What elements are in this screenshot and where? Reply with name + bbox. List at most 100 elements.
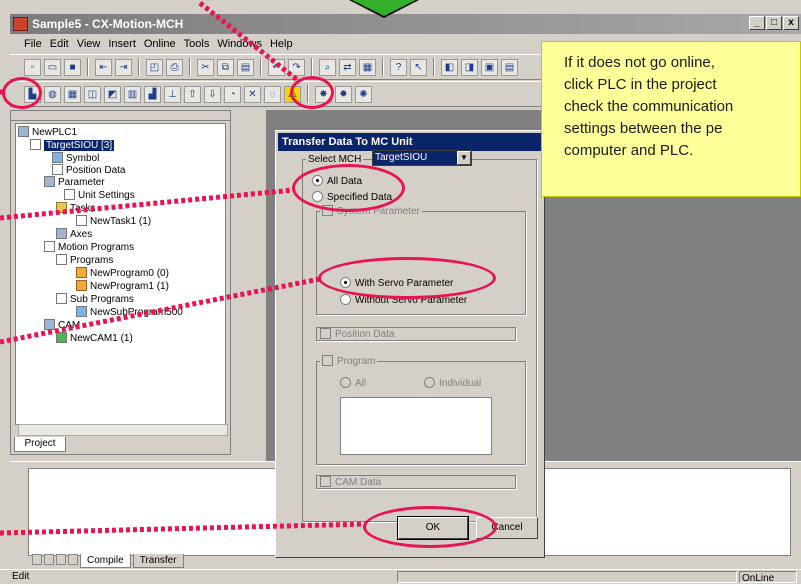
tree-node-unit[interactable]: TargetSIOU [3] (30, 139, 115, 151)
tree-node-cam[interactable]: CAM (44, 319, 80, 331)
compare-icon[interactable]: ◔ (224, 85, 241, 103)
project-panel-header[interactable] (11, 111, 230, 121)
replace-icon[interactable]: ⇄ (339, 58, 356, 76)
trace-icon[interactable]: ⊥ (164, 85, 181, 103)
print-preview-icon[interactable]: ◰ (146, 58, 163, 76)
help-icon[interactable]: ? (390, 58, 407, 76)
select-mch-value: TargetSIOU (375, 152, 428, 163)
status-cell (397, 571, 737, 583)
data-icon[interactable]: ▥ (124, 85, 141, 103)
transfer-to-unit-icon[interactable]: ⇧ (184, 85, 201, 103)
menu-windows[interactable]: Windows (217, 35, 262, 53)
chart-icon[interactable]: ▟ (144, 85, 161, 103)
tree-node-tasks[interactable]: Tasks (56, 202, 96, 214)
menu-view[interactable]: View (77, 35, 101, 53)
open-icon[interactable]: ▭ (44, 58, 61, 76)
menu-edit[interactable]: Edit (50, 35, 69, 53)
project-tree-scrollbar[interactable] (18, 424, 228, 436)
new-icon[interactable]: ▫ (24, 58, 41, 76)
tab-project[interactable]: Project (14, 437, 66, 452)
window-cascade-icon[interactable]: ▣ (481, 58, 498, 76)
save-icon[interactable]: ■ (64, 58, 81, 76)
window-controls: _ □ x (749, 16, 799, 30)
chevron-down-icon[interactable]: ▼ (457, 151, 471, 165)
print-icon[interactable]: ⎙ (166, 58, 183, 76)
tree-node-sub-programs[interactable]: Sub Programs (56, 293, 134, 305)
position-data-checkbox[interactable]: Position Data (320, 328, 394, 340)
down-arrow-icon (352, 0, 416, 16)
tree-node-unit-settings[interactable]: Unit Settings (64, 189, 135, 201)
tree-node-task1[interactable]: NewTask1 (1) (76, 215, 151, 227)
redo-icon[interactable]: ↷ (288, 58, 305, 76)
program-individual-radio[interactable]: Individual (424, 377, 481, 389)
tree-node-program1[interactable]: NewProgram1 (1) (76, 280, 169, 292)
menu-online[interactable]: Online (144, 35, 176, 53)
highlight-ring-transfer (290, 76, 334, 109)
project-tree: NewPLC1 TargetSIOU [3] Symbol Position D… (15, 123, 226, 425)
menu-file[interactable]: File (24, 35, 42, 53)
first-tab-arrow-icon[interactable] (32, 554, 42, 565)
table-icon (52, 164, 63, 175)
menu-help[interactable]: Help (270, 35, 293, 53)
window-title: Sample5 - CX-Motion-MCH (32, 17, 184, 31)
next-tab-arrow-icon[interactable] (56, 554, 66, 565)
toolbar-divider (260, 58, 262, 76)
properties-icon[interactable]: ▦ (359, 58, 376, 76)
menu-tools[interactable]: Tools (184, 35, 210, 53)
select-mch-dropdown[interactable]: TargetSIOU ▼ (372, 150, 472, 166)
axis-icon[interactable]: ◩ (104, 85, 121, 103)
motion-programs-icon (44, 241, 55, 252)
tree-node-programs[interactable]: Programs (56, 254, 113, 266)
program-list[interactable] (340, 397, 492, 455)
window-list-icon[interactable]: ▤ (501, 58, 518, 76)
callout-line: settings between the pe (564, 120, 723, 137)
connect-icon[interactable]: ◍ (44, 85, 61, 103)
tree-node-parameter[interactable]: Parameter (44, 176, 105, 188)
tree-node-symbol[interactable]: Symbol (52, 152, 99, 164)
forward-icon[interactable]: ⇥ (115, 58, 132, 76)
tree-node-axes[interactable]: Axes (56, 228, 92, 240)
radio-icon (340, 294, 351, 305)
tree-node-plc[interactable]: NewPLC1 (18, 126, 77, 138)
cam-data-checkbox[interactable]: CAM Data (320, 476, 381, 488)
back-icon[interactable]: ⇤ (95, 58, 112, 76)
minimize-button[interactable]: _ (749, 16, 765, 30)
dialog-title: Transfer Data To MC Unit (278, 133, 542, 151)
undo-icon[interactable]: ↶ (268, 58, 285, 76)
monitor-icon[interactable]: ◫ (84, 85, 101, 103)
prev-tab-arrow-icon[interactable] (44, 554, 54, 565)
last-tab-arrow-icon[interactable] (68, 554, 78, 565)
window-layout-icon[interactable]: ◧ (441, 58, 458, 76)
copy-icon[interactable]: ⧉ (217, 58, 234, 76)
context-help-icon[interactable]: ↖ (410, 58, 427, 76)
window-tile-icon[interactable]: ◨ (461, 58, 478, 76)
delete-icon[interactable]: ✕ (244, 85, 261, 103)
table-icon[interactable]: ▦ (64, 85, 81, 103)
callout-line: computer and PLC. (564, 142, 694, 159)
paste-icon[interactable]: ▤ (237, 58, 254, 76)
reset-icon[interactable]: ✺ (355, 85, 372, 103)
tree-node-position-data[interactable]: Position Data (52, 164, 125, 176)
program-checkbox[interactable]: Program (320, 355, 378, 367)
cut-icon[interactable]: ✂ (197, 58, 214, 76)
program-all-radio[interactable]: All (340, 377, 366, 389)
cam-file-icon (56, 332, 67, 343)
tree-node-program0[interactable]: NewProgram0 (0) (76, 267, 169, 279)
toolbar-divider (87, 58, 89, 76)
checkbox-icon (322, 355, 333, 366)
stop-icon[interactable]: ✹ (335, 85, 352, 103)
parameter-icon (44, 176, 55, 187)
tree-node-cam1[interactable]: NewCAM1 (1) (56, 332, 133, 344)
maximize-button[interactable]: □ (766, 16, 782, 30)
tree-node-sub-program[interactable]: NewSubProgram500 (76, 306, 183, 318)
highlight-ring-work-online (2, 77, 42, 109)
find-icon[interactable]: ⌕ (319, 58, 336, 76)
axes-icon (56, 228, 67, 239)
menu-insert[interactable]: Insert (108, 35, 136, 53)
tab-compile[interactable]: Compile (80, 554, 131, 568)
transfer-from-unit-icon[interactable]: ⇩ (204, 85, 221, 103)
tab-transfer[interactable]: Transfer (132, 554, 184, 568)
checkbox-icon (320, 328, 331, 339)
close-button[interactable]: x (783, 16, 799, 30)
tree-node-motion-programs[interactable]: Motion Programs (44, 241, 134, 253)
